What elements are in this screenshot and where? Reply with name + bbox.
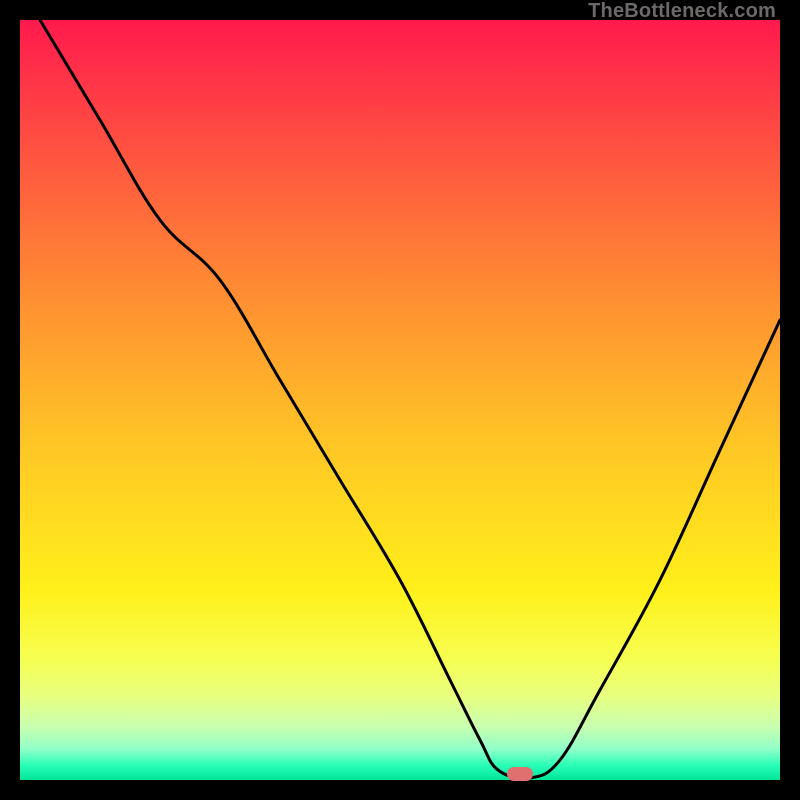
curve-svg xyxy=(20,20,780,780)
watermark-text: TheBottleneck.com xyxy=(588,0,776,23)
bottleneck-curve-path xyxy=(40,20,780,779)
bottleneck-chart xyxy=(20,20,780,780)
optimal-point-marker xyxy=(507,767,533,781)
